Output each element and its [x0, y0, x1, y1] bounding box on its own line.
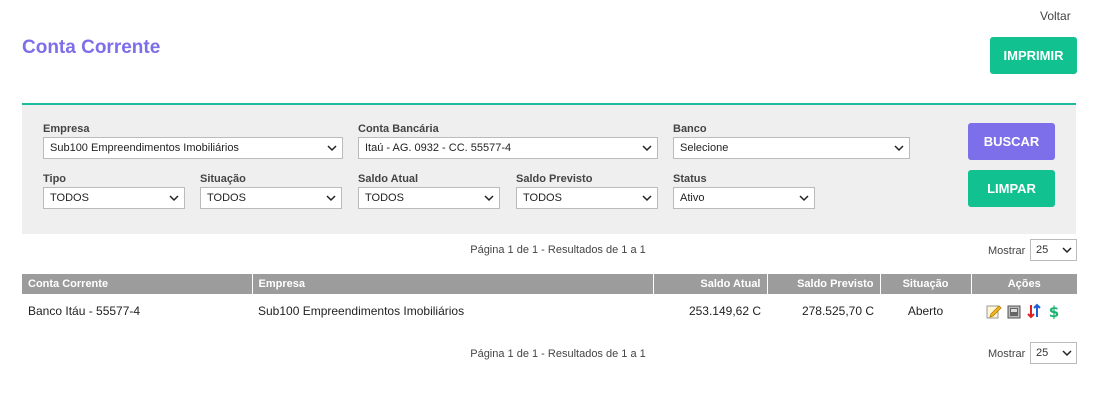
saldo-atual-select-value: TODOS	[365, 192, 404, 204]
column-header-empresa: Empresa	[252, 274, 654, 294]
column-header-conta: Conta Corrente	[22, 274, 253, 294]
banco-select-value: Selecione	[680, 142, 729, 154]
status-select-value: Ativo	[680, 192, 705, 204]
clear-button[interactable]: LIMPAR	[968, 170, 1055, 207]
status-select[interactable]: Ativo	[673, 187, 815, 209]
per-page-select-bottom[interactable]: 25	[1030, 342, 1077, 364]
chevron-down-icon	[169, 195, 179, 202]
per-page-select-top[interactable]: 25	[1030, 239, 1077, 261]
chevron-down-icon	[1062, 247, 1072, 254]
conta-bancaria-label: Conta Bancária	[358, 123, 439, 135]
situacao-label: Situação	[200, 173, 246, 185]
empresa-select[interactable]: Sub100 Empreendimentos Imobiliários	[43, 137, 343, 159]
accounts-table: Conta Corrente Empresa Saldo Atual Saldo…	[22, 274, 1077, 328]
chevron-down-icon	[484, 195, 494, 202]
svg-text:$: $	[1049, 303, 1059, 319]
cell-empresa: Sub100 Empreendimentos Imobiliários	[258, 304, 465, 318]
chevron-down-icon	[642, 145, 652, 152]
per-page-select-value: 25	[1036, 244, 1049, 256]
per-page-label-bottom: Mostrar	[988, 348, 1026, 360]
pagination-info-top: Página 1 de 1 - Resultados de 1 a 1	[470, 244, 646, 256]
back-link[interactable]: Voltar	[1040, 9, 1071, 23]
money-icon[interactable]: $	[1046, 303, 1062, 319]
chevron-down-icon	[326, 195, 336, 202]
saldo-previsto-label: Saldo Previsto	[516, 173, 593, 185]
print-button[interactable]: IMPRIMIR	[990, 37, 1077, 74]
per-page-label-top: Mostrar	[988, 245, 1026, 257]
tipo-select[interactable]: TODOS	[43, 187, 185, 209]
empresa-select-value: Sub100 Empreendimentos Imobiliários	[50, 142, 239, 154]
chevron-down-icon	[1062, 350, 1072, 357]
edit-icon[interactable]	[986, 303, 1002, 319]
table-header-row: Conta Corrente Empresa Saldo Atual Saldo…	[22, 274, 1077, 294]
cell-conta: Banco Itáu - 55577-4	[28, 304, 141, 318]
chevron-down-icon	[894, 145, 904, 152]
saldo-atual-select[interactable]: TODOS	[358, 187, 500, 209]
cell-saldo-atual: 253.149,62 C	[688, 304, 761, 318]
tipo-select-value: TODOS	[50, 192, 89, 204]
column-header-situacao: Situação	[880, 274, 972, 294]
conta-bancaria-select[interactable]: Itaú - AG. 0932 - CC. 55577-4	[358, 137, 658, 159]
archive-icon[interactable]	[1006, 303, 1022, 319]
search-button[interactable]: BUSCAR	[968, 123, 1055, 160]
chevron-down-icon	[799, 195, 809, 202]
situacao-select-value: TODOS	[207, 192, 246, 204]
saldo-previsto-select[interactable]: TODOS	[516, 187, 658, 209]
conta-bancaria-select-value: Itaú - AG. 0932 - CC. 55577-4	[365, 142, 512, 154]
cell-saldo-previsto: 278.525,70 C	[801, 304, 874, 318]
banco-select[interactable]: Selecione	[673, 137, 910, 159]
saldo-previsto-select-value: TODOS	[523, 192, 562, 204]
column-header-saldo-atual: Saldo Atual	[653, 274, 768, 294]
empresa-label: Empresa	[43, 123, 90, 135]
cell-situacao: Aberto	[907, 304, 944, 318]
per-page-select-value: 25	[1036, 347, 1049, 359]
column-header-saldo-previsto: Saldo Previsto	[767, 274, 881, 294]
filter-panel	[22, 103, 1076, 234]
tipo-label: Tipo	[43, 173, 67, 185]
page-title: Conta Corrente	[22, 37, 161, 58]
column-header-acoes: Ações	[971, 274, 1077, 294]
status-label: Status	[673, 173, 707, 185]
saldo-atual-label: Saldo Atual	[358, 173, 419, 185]
table-row: Banco Itáu - 55577-4 Sub100 Empreendimen…	[22, 294, 1077, 328]
chevron-down-icon	[327, 145, 337, 152]
situacao-select[interactable]: TODOS	[200, 187, 342, 209]
cell-actions: $	[971, 294, 1077, 328]
transfer-icon[interactable]	[1026, 303, 1042, 319]
chevron-down-icon	[642, 195, 652, 202]
pagination-info-bottom: Página 1 de 1 - Resultados de 1 a 1	[470, 348, 646, 360]
banco-label: Banco	[673, 123, 707, 135]
